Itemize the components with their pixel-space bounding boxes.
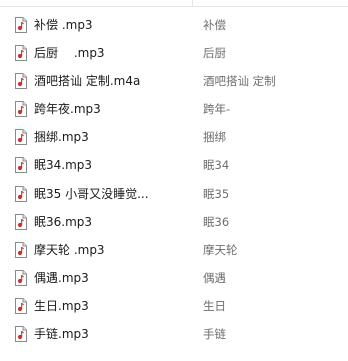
file-row[interactable]: 生日.mp3 生日	[0, 293, 348, 320]
file-title: 生日	[203, 298, 226, 313]
file-row[interactable]: 手链.mp3 手链	[0, 321, 348, 348]
file-name: 捆绑.mp3	[34, 130, 89, 145]
music-file-icon	[15, 241, 27, 258]
file-title: 补偿	[203, 18, 226, 32]
file-name: 生日.mp3	[34, 298, 89, 313]
file-row[interactable]: 偶遇.mp3 偶遇	[0, 265, 348, 292]
file-title: 眠34	[203, 158, 230, 173]
file-name: 眠35 小哥又没睡觉...	[34, 186, 149, 201]
file-name: 眠36.mp3	[34, 214, 93, 229]
music-file-icon	[15, 297, 27, 314]
file-title: 捆绑	[203, 130, 226, 145]
file-list: 补偿 .mp3 补偿 后厨 .mp3 后厨 酒吧搭讪 定制.m4a 酒吧搭讪 定…	[0, 12, 348, 349]
file-row[interactable]: 眠35 小哥又没睡觉... 眠35	[0, 181, 348, 208]
file-title: 手链	[203, 327, 226, 342]
file-title: 酒吧搭讪 定制	[203, 74, 276, 89]
column-divider[interactable]	[192, 0, 193, 6]
music-file-icon	[15, 17, 27, 33]
file-name: 补偿 .mp3	[34, 18, 93, 32]
file-title: 跨年-	[203, 102, 231, 117]
file-row[interactable]: 补偿 .mp3 补偿	[0, 12, 348, 39]
music-file-icon	[15, 326, 27, 343]
file-name: 偶遇.mp3	[34, 270, 89, 285]
music-file-icon	[15, 213, 27, 230]
file-title: 后厨	[203, 46, 226, 61]
file-title: 眠36	[203, 214, 230, 229]
file-name: 摩天轮 .mp3	[34, 242, 105, 257]
file-row[interactable]: 眠36.mp3 眠36	[0, 209, 348, 236]
music-file-icon	[15, 185, 27, 202]
file-row[interactable]: 摩天轮 .mp3 摩天轮	[0, 237, 348, 264]
file-name: 酒吧搭讪 定制.m4a	[34, 74, 141, 89]
file-row[interactable]: 捆绑.mp3 捆绑	[0, 124, 348, 151]
file-title: 偶遇	[203, 270, 226, 285]
music-file-icon	[15, 45, 27, 62]
file-row[interactable]: 眠34.mp3 眠34	[0, 152, 348, 179]
music-file-icon	[15, 157, 27, 174]
file-row[interactable]: 跨年夜.mp3 跨年-	[0, 96, 348, 123]
file-name: 眠34.mp3	[34, 158, 93, 173]
file-name: 跨年夜.mp3	[34, 102, 101, 117]
file-row[interactable]: 后厨 .mp3 后厨	[0, 40, 348, 67]
column-header	[0, 0, 348, 7]
file-title: 眠35	[203, 186, 230, 201]
file-title: 摩天轮	[203, 242, 238, 257]
file-name: 手链.mp3	[34, 327, 89, 342]
music-file-icon	[15, 101, 27, 118]
music-file-icon	[15, 129, 27, 146]
file-row[interactable]: 酒吧搭讪 定制.m4a 酒吧搭讪 定制	[0, 68, 348, 95]
music-file-icon	[15, 269, 27, 286]
file-explorer: 补偿 .mp3 补偿 后厨 .mp3 后厨 酒吧搭讪 定制.m4a 酒吧搭讪 定…	[0, 0, 348, 361]
file-name: 后厨 .mp3	[34, 46, 105, 61]
music-file-icon	[15, 73, 27, 90]
